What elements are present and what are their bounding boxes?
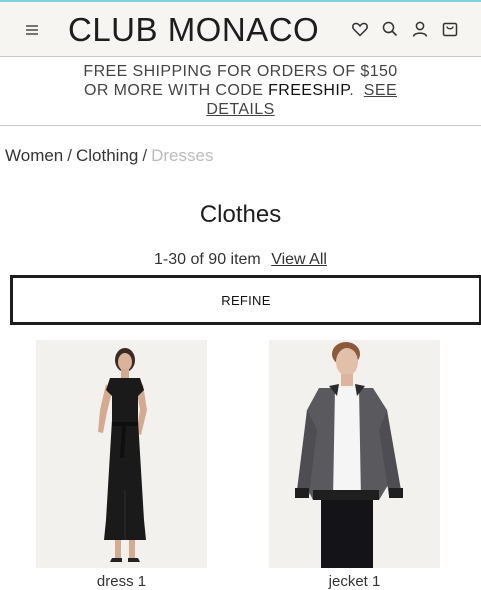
promo-line-2: OR MORE WITH CODE FREESHIP. SEE	[0, 81, 481, 100]
promo-banner: FREE SHIPPING FOR ORDERS OF $150 OR MORE…	[0, 62, 481, 124]
view-all-link[interactable]: View All	[271, 251, 327, 268]
product-card[interactable]: dress 1	[36, 340, 207, 590]
heart-icon[interactable]	[351, 20, 369, 38]
see-details-link-part2[interactable]: DETAILS	[206, 101, 274, 118]
brand-logo[interactable]: CLUB MONACO	[68, 10, 326, 50]
breadcrumb: Women / Clothing / Dresses	[5, 146, 213, 166]
product-card[interactable]: jecket 1	[269, 340, 440, 590]
product-image-jacket[interactable]	[269, 340, 440, 568]
promo-line-1: FREE SHIPPING FOR ORDERS OF $150	[83, 63, 398, 80]
product-image-dress[interactable]	[36, 340, 207, 568]
breadcrumb-separator: /	[67, 146, 72, 165]
breadcrumb-separator: /	[142, 146, 148, 165]
see-details-link-part1[interactable]: SEE	[364, 82, 397, 99]
dress-photo	[36, 340, 207, 568]
site-header: CLUB MONACO	[0, 2, 481, 57]
refine-button[interactable]: REFINE	[10, 275, 481, 325]
promo-text: OR MORE WITH CODE	[83, 82, 269, 99]
results-count-text: 1-30 of 90 item	[154, 251, 261, 268]
breadcrumb-item-clothing[interactable]: Clothing	[76, 146, 138, 165]
results-count: 1-30 of 90 item View All	[0, 251, 481, 269]
promo-period: .	[349, 82, 355, 99]
menu-icon[interactable]	[24, 21, 42, 39]
page-title: Clothes	[199, 201, 282, 228]
jacket-photo	[269, 340, 440, 568]
promo-code: FREESHIP	[268, 82, 350, 99]
bag-icon[interactable]	[441, 20, 459, 38]
product-name[interactable]: jecket 1	[269, 573, 440, 590]
product-name[interactable]: dress 1	[36, 573, 207, 590]
user-icon[interactable]	[411, 20, 429, 38]
promo-line-3: DETAILS	[0, 100, 481, 119]
breadcrumb-current: Dresses	[151, 146, 214, 165]
promo-divider	[0, 125, 481, 126]
search-icon[interactable]	[381, 20, 399, 38]
breadcrumb-item-women[interactable]: Women	[5, 146, 63, 165]
